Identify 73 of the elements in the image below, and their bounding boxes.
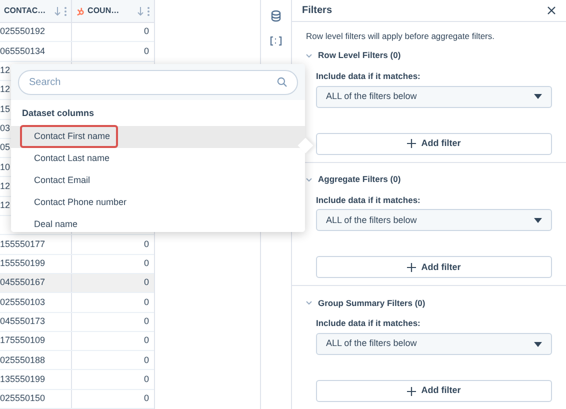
- panel-note: Row level filters will apply before aggregate filters.: [305, 30, 496, 43]
- table-cell-text: 0: [144, 354, 149, 366]
- add-filter-button[interactable]: Add filter: [316, 132, 552, 154]
- table-cell-text: 175550109: [0, 334, 46, 348]
- table-cell-text: 10: [0, 160, 10, 174]
- table-cell-text: 15: [0, 102, 10, 116]
- table-cell-text: 0: [144, 296, 149, 309]
- column-option[interactable]: Deal name: [11, 214, 305, 232]
- table-cell-text: 12: [0, 64, 10, 78]
- section-toggle[interactable]: Row Level Filters (0): [306, 48, 552, 63]
- match-dropdown[interactable]: ALL of the filters below: [316, 209, 552, 232]
- column-option[interactable]: Contact First name: [11, 126, 305, 148]
- caret-icon: [534, 218, 542, 223]
- table-cell-text: 0: [144, 257, 149, 270]
- table-cell-text: 12: [0, 180, 10, 193]
- section-toggle[interactable]: Group Summary Filters (0): [306, 296, 552, 310]
- add-filter-button[interactable]: Add filter: [316, 256, 552, 278]
- table-cell-text: 045550167: [0, 276, 46, 290]
- table-cell-text: 0: [144, 334, 149, 348]
- table-cell-text: 025550103: [0, 296, 46, 309]
- column-title: COUN…: [88, 5, 120, 18]
- table-cell-text: 03: [0, 122, 10, 135]
- plus-icon: [407, 139, 416, 148]
- column-title: CONTAC…: [4, 5, 47, 18]
- table-cell-text: 025550192: [0, 25, 46, 38]
- match-dropdown[interactable]: ALL of the filters below: [316, 333, 552, 355]
- chevron-down-icon: [306, 178, 312, 182]
- table-cell-text: 12: [0, 83, 10, 96]
- field-label: Include data if it matches:: [316, 317, 422, 330]
- add-filter-button[interactable]: Add filter: [316, 380, 552, 402]
- column-header[interactable]: COUN…: [72, 0, 154, 22]
- chevron-down-icon: [306, 301, 312, 306]
- table-cell-text: 0: [144, 25, 149, 38]
- table-cell-text: 12: [0, 199, 10, 212]
- table-cell-text: 0: [144, 238, 149, 251]
- close-icon[interactable]: [547, 6, 556, 15]
- search-icon[interactable]: [277, 77, 287, 87]
- caret-icon: [534, 94, 542, 99]
- column-option[interactable]: Contact Email: [11, 170, 305, 192]
- sort-icon[interactable]: [54, 6, 61, 16]
- table-cell-text: 05: [0, 141, 10, 154]
- column-header[interactable]: CONTAC…: [0, 0, 72, 22]
- caret-icon: [534, 342, 542, 346]
- group-title: Dataset columns: [21, 107, 96, 120]
- table-cell-text: 155550177: [0, 238, 46, 251]
- column-option[interactable]: Contact Last name: [11, 148, 305, 170]
- table-cell-text: 0: [144, 44, 149, 58]
- plus-icon: [407, 386, 416, 396]
- match-dropdown[interactable]: ALL of the filters below: [316, 86, 552, 108]
- field-label: Include data if it matches:: [316, 194, 422, 206]
- table-cell-text: 0: [144, 276, 149, 290]
- table-cell-text: 065550134: [0, 44, 46, 58]
- search-field[interactable]: Search: [18, 70, 298, 95]
- more-icon[interactable]: [64, 6, 67, 16]
- table-cell-text: 025550188: [0, 354, 46, 366]
- sort-icon[interactable]: [137, 6, 144, 16]
- chevron-down-icon: [306, 54, 312, 58]
- table-cell-text: 135550199: [0, 372, 46, 386]
- table-cell-text: 0: [144, 314, 149, 328]
- brackets-icon[interactable]: [270, 36, 282, 46]
- section-toggle[interactable]: Aggregate Filters (0): [306, 172, 552, 186]
- field-label: Include data if it matches:: [316, 70, 422, 82]
- table-cell-text: 0: [144, 372, 149, 386]
- table-cell-text: 025550150: [0, 392, 46, 406]
- column-option[interactable]: Contact Phone number: [11, 192, 305, 214]
- panel-title: Filters: [302, 4, 332, 18]
- more-icon[interactable]: [147, 6, 150, 16]
- database-icon[interactable]: [271, 10, 281, 22]
- table-cell-text: 155550199: [0, 257, 46, 270]
- table-cell-text: 0: [144, 392, 149, 406]
- sprocket-icon: [76, 6, 85, 16]
- table-cell-text: 045550173: [0, 314, 46, 328]
- plus-icon: [407, 262, 416, 272]
